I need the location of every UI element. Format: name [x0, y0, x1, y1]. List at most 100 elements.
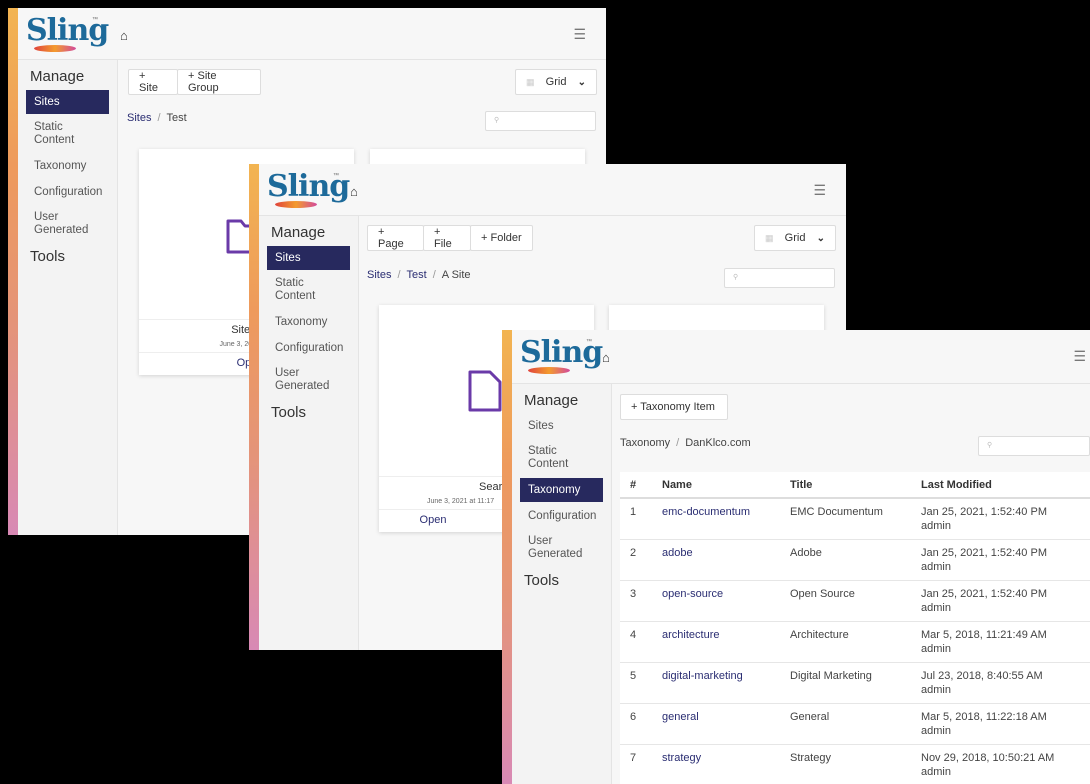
- header: Sling ™ ⌂ ☰: [259, 164, 846, 216]
- sidebar-item-sites[interactable]: Sites: [26, 90, 109, 114]
- search-icon: ⚲: [987, 442, 993, 449]
- breadcrumb: Taxonomy / DanKlco.com: [620, 437, 751, 449]
- view-select[interactable]: ▦ Grid ⌄: [515, 69, 597, 95]
- sidebar-item-sites[interactable]: Sites: [267, 246, 350, 270]
- sling-logo[interactable]: Sling ™: [520, 337, 603, 377]
- home-icon[interactable]: ⌂: [350, 184, 358, 199]
- sidebar-item-configuration[interactable]: Configuration: [267, 336, 350, 360]
- taxonomy-name-link[interactable]: emc-documentum: [652, 498, 780, 540]
- sidebar: Manage Sites Static Content Taxonomy Con…: [259, 216, 359, 650]
- breadcrumb-sites[interactable]: Sites: [127, 112, 151, 124]
- sidebar-item-user-generated[interactable]: User Generated: [520, 530, 603, 566]
- row-number: 3: [620, 580, 652, 622]
- breadcrumb: Sites / Test / A Site: [367, 269, 471, 281]
- add-taxonomy-item-button[interactable]: + Taxonomy Item: [620, 394, 728, 420]
- taxonomy-name-link[interactable]: strategy: [652, 744, 780, 784]
- hamburger-menu-icon[interactable]: ☰: [813, 182, 826, 199]
- feather-graphic: [528, 367, 570, 374]
- last-modified: Jan 25, 2021, 1:52:40 PM admin: [911, 580, 1090, 622]
- column-header-number: #: [620, 472, 652, 499]
- sling-logo[interactable]: Sling ™: [26, 15, 109, 55]
- sidebar-heading-manage: Manage: [30, 68, 85, 85]
- chevron-down-icon: ⌄: [816, 232, 825, 244]
- table-row[interactable]: 5 digital-marketing Digital Marketing Jul 2…: [620, 662, 1090, 704]
- add-file-button[interactable]: + File: [423, 225, 471, 251]
- logo-trademark: ™: [586, 339, 592, 345]
- table-row[interactable]: 7 strategy Strategy Nov 29, 2018, 10:50:21 …: [620, 744, 1090, 784]
- taxonomy-title: General: [780, 703, 911, 745]
- table-row[interactable]: 2 adobe Adobe Jan 25, 2021, 1:52:40 PM admin: [620, 539, 1090, 581]
- search-icon: ⚲: [733, 274, 739, 281]
- table-row[interactable]: 1 emc-documentum EMC Documentum Jan 25, 202…: [620, 498, 1090, 540]
- modified-date: Nov 29, 2018, 10:50:21 AM: [921, 751, 1055, 764]
- modified-date: Jan 25, 2021, 1:52:40 PM: [921, 506, 1047, 518]
- sidebar: Manage Sites Static Content Taxonomy Con…: [18, 60, 118, 535]
- home-icon[interactable]: ⌂: [120, 28, 128, 43]
- taxonomy-name-link[interactable]: open-source: [652, 580, 780, 622]
- breadcrumb-taxonomy[interactable]: Taxonomy: [620, 437, 670, 449]
- add-folder-button[interactable]: + Folder: [470, 225, 533, 251]
- column-header-last-modified[interactable]: Last Modified: [911, 472, 1090, 499]
- last-modified: Mar 5, 2018, 11:22:18 AM admin: [911, 703, 1090, 745]
- column-header-title[interactable]: Title: [780, 472, 911, 499]
- search-input[interactable]: ⚲: [485, 111, 596, 131]
- sidebar-item-taxonomy[interactable]: Taxonomy: [267, 310, 350, 334]
- header: Sling ™ ⌂ ☰: [512, 330, 1090, 384]
- breadcrumb-test[interactable]: Test: [407, 269, 427, 281]
- sidebar-item-static-content[interactable]: Static Content: [520, 440, 603, 476]
- hamburger-menu-icon[interactable]: ☰: [573, 26, 586, 43]
- card-open-link[interactable]: Open: [379, 514, 487, 526]
- sidebar-heading-tools[interactable]: Tools: [18, 246, 117, 268]
- add-site-button[interactable]: + Site: [128, 69, 178, 95]
- taxonomy-name-link[interactable]: digital-marketing: [652, 662, 780, 704]
- taxonomy-name-link[interactable]: architecture: [652, 621, 780, 663]
- sidebar-item-configuration[interactable]: Configuration: [520, 504, 603, 528]
- modified-by: admin: [921, 520, 951, 532]
- sidebar-item-sites[interactable]: Sites: [520, 414, 603, 438]
- sidebar-item-taxonomy[interactable]: Taxonomy: [26, 154, 109, 178]
- modified-by: admin: [921, 642, 951, 655]
- breadcrumb: Sites / Test: [127, 112, 187, 124]
- chevron-down-icon: ⌄: [577, 76, 586, 88]
- taxonomy-title: Strategy: [780, 744, 911, 784]
- modified-by: admin: [921, 560, 951, 573]
- sidebar-item-configuration[interactable]: Configuration: [26, 180, 109, 204]
- card-date: June 3, 2021 at 11:17: [427, 498, 495, 505]
- modified-by: admin: [921, 683, 951, 696]
- modified-by: admin: [921, 601, 951, 614]
- taxonomy-title: EMC Documentum: [780, 498, 911, 540]
- last-modified: Jul 23, 2018, 8:40:55 AM admin: [911, 662, 1090, 704]
- column-header-name[interactable]: Name: [652, 472, 780, 499]
- logo-trademark: ™: [333, 173, 339, 179]
- hamburger-menu-icon[interactable]: ☰: [1073, 348, 1086, 365]
- grid-icon: ▦: [765, 232, 774, 243]
- taxonomy-name-link[interactable]: adobe: [652, 539, 780, 581]
- file-icon: [468, 370, 502, 412]
- sidebar-heading-manage: Manage: [524, 392, 579, 409]
- sidebar-item-static-content[interactable]: Static Content: [26, 116, 109, 152]
- sidebar-heading-tools[interactable]: Tools: [512, 570, 611, 592]
- last-modified: Nov 29, 2018, 10:50:21 AM admin: [911, 744, 1090, 784]
- sidebar-heading-tools[interactable]: Tools: [259, 402, 358, 424]
- taxonomy-name-link[interactable]: general: [652, 703, 780, 745]
- table-row[interactable]: 6 general General Mar 5, 2018, 11:22:18 AM a…: [620, 703, 1090, 745]
- sidebar-item-user-generated[interactable]: User Generated: [267, 362, 350, 398]
- sidebar-item-static-content[interactable]: Static Content: [267, 272, 350, 308]
- search-input[interactable]: ⚲: [724, 268, 835, 288]
- view-label: Grid: [545, 76, 567, 88]
- add-site-group-button[interactable]: + Site Group: [177, 69, 261, 95]
- feather-graphic: [275, 201, 317, 208]
- table-row[interactable]: 4 architecture Architecture Mar 5, 2018, 11…: [620, 621, 1090, 663]
- breadcrumb-test: Test: [166, 112, 187, 124]
- sidebar-item-user-generated[interactable]: User Generated: [26, 206, 109, 242]
- table-row[interactable]: 3 open-source Open Source Jan 25, 2021, 1:5…: [620, 580, 1090, 622]
- add-page-button[interactable]: + Page: [367, 225, 424, 251]
- sling-logo[interactable]: Sling ™: [267, 171, 350, 211]
- breadcrumb-sites[interactable]: Sites: [367, 269, 391, 281]
- row-number: 7: [620, 744, 652, 784]
- home-icon[interactable]: ⌂: [602, 350, 610, 365]
- taxonomy-window: Sling ™ ⌂ ☰ Manage Sites Static Content …: [502, 330, 1090, 784]
- search-input[interactable]: ⚲: [978, 436, 1090, 456]
- view-select[interactable]: ▦ Grid ⌄: [754, 225, 836, 251]
- sidebar-item-taxonomy[interactable]: Taxonomy: [520, 478, 603, 502]
